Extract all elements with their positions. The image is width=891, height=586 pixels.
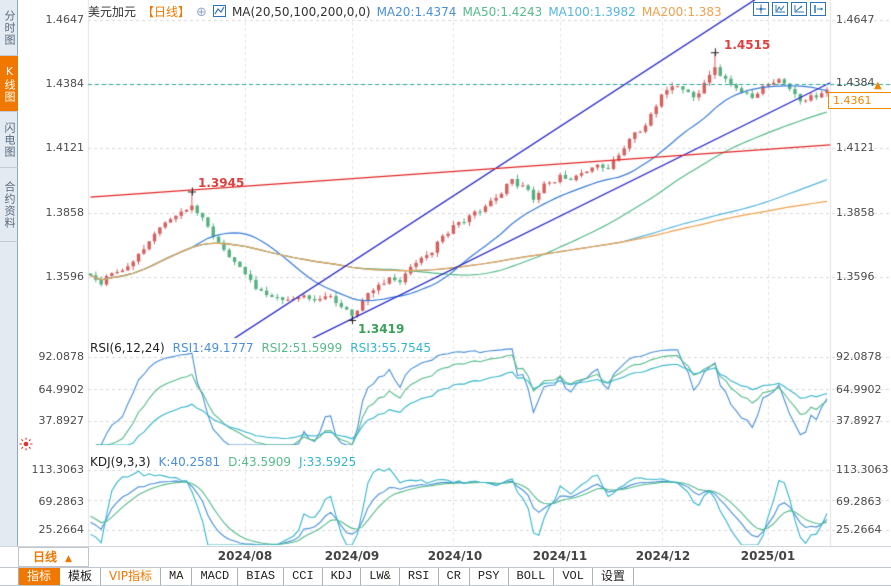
sidebar-item-lightning[interactable]: 闪电图 — [0, 112, 18, 168]
price-tick-right: 1.3596 — [836, 270, 890, 283]
crosshair-icon[interactable] — [753, 2, 769, 16]
tab-psy[interactable]: PSY — [470, 568, 509, 585]
x-axis-row: 日线▲ 2024/08 2024/09 2024/10 2024/11 2024… — [0, 546, 891, 568]
x-axis-label: 2024/08 — [213, 549, 277, 563]
rsi-tick-right: 92.0878 — [836, 350, 890, 363]
chart-style-icon[interactable] — [213, 5, 226, 19]
chart-type-sidebar: 分时图 K线图 闪电图 合约资料 — [0, 0, 18, 546]
kdj-tick-left: 25.2664 — [18, 523, 84, 536]
kdj-tick-right: 113.3063 — [836, 463, 890, 476]
rsi-tick-left: 37.8927 — [18, 414, 84, 427]
price-up-arrow-icon: ▲ — [874, 80, 882, 91]
alert-icon[interactable] — [19, 437, 33, 454]
exit-panel-icon[interactable] — [810, 2, 826, 16]
chevron-up-icon: ▲ — [65, 554, 72, 564]
tab-bias[interactable]: BIAS — [238, 568, 284, 585]
ma100-value: MA100:1.3982 — [548, 5, 636, 19]
symbol-title: 美元加元 — [88, 5, 136, 19]
x-axis-label: 2024/10 — [423, 549, 487, 563]
tab-kdj[interactable]: KDJ — [323, 568, 362, 585]
rsi-tick-right: 64.9902 — [836, 383, 890, 396]
tab-ma[interactable]: MA — [161, 568, 192, 585]
ma50-value: MA50:1.4243 — [462, 5, 542, 19]
x-axis-label: 2025/01 — [736, 549, 800, 563]
kdj-d-value: D:43.5909 — [228, 455, 291, 469]
tab-settings[interactable]: 设置 — [593, 568, 634, 585]
tab-vip-indicator[interactable]: VIP指标 — [101, 568, 161, 585]
x-axis-label: 2024/09 — [320, 549, 384, 563]
swing-high-label: 1.3945 — [198, 176, 244, 190]
rsi-params-label: RSI(6,12,24) — [90, 341, 165, 355]
pan-axis-icon[interactable] — [791, 2, 807, 16]
swing-low-label: 1.3419 — [358, 322, 404, 336]
rsi3-value: RSI3:55.7545 — [350, 341, 431, 355]
kdj-tick-left: 113.3063 — [18, 463, 84, 476]
tab-macd[interactable]: MACD — [192, 568, 238, 585]
rsi-tick-left: 92.0878 — [18, 350, 84, 363]
rsi-header: RSI(6,12,24) RSI1:49.1777 RSI2:51.5999 RSI3… — [90, 341, 439, 355]
kdj-tick-right: 25.2664 — [836, 523, 890, 536]
period-label: 【日线】 — [142, 5, 190, 19]
kdj-tick-left: 69.2863 — [18, 495, 84, 508]
add-indicator-icon[interactable]: ⊕ — [196, 5, 207, 20]
tab-cr[interactable]: CR — [439, 568, 470, 585]
sidebar-item-timeshare[interactable]: 分时图 — [0, 0, 18, 56]
forex-chart-app: 分时图 K线图 闪电图 合约资料 美元加元【日线】 ⊕ MA(20,50,100,2… — [0, 0, 891, 586]
tab-boll[interactable]: BOLL — [509, 568, 555, 585]
kdj-k-value: K:40.2581 — [159, 455, 221, 469]
sidebar-item-kline[interactable]: K线图 — [0, 56, 18, 112]
zoom-axis-icon[interactable] — [772, 2, 788, 16]
price-tick-right: 1.4647 — [836, 13, 890, 26]
rsi1-value: RSI1:49.1777 — [173, 341, 254, 355]
ma20-value: MA20:1.4374 — [377, 5, 457, 19]
sidebar-item-contract-info[interactable]: 合约资料 — [0, 168, 18, 242]
price-tick-left: 1.3858 — [18, 206, 84, 219]
kdj-header: KDJ(9,3,3) K:40.2581 D:43.5909 J:33.5925 — [90, 455, 364, 469]
rsi-tick-right: 37.8927 — [836, 414, 890, 427]
price-tick-right: 1.3858 — [836, 206, 890, 219]
last-price-readout: 1.4361 — [828, 92, 891, 109]
rsi-tick-left: 64.9902 — [18, 383, 84, 396]
chart-toolbar — [753, 2, 826, 16]
price-tick-right: 1.4121 — [836, 141, 890, 154]
kdj-tick-right: 69.2863 — [836, 495, 890, 508]
price-tick-left: 1.3596 — [18, 270, 84, 283]
period-selector[interactable]: 日线▲ — [18, 547, 89, 567]
x-axis-label: 2024/12 — [631, 549, 695, 563]
kdj-j-value: J:33.5925 — [299, 455, 356, 469]
price-tick-left: 1.4384 — [18, 77, 84, 90]
price-tick-left: 1.4121 — [18, 141, 84, 154]
x-axis-label: 2024/11 — [528, 549, 592, 563]
tab-template[interactable]: 模板 — [60, 568, 101, 585]
indicator-tab-bar: 指标 模板 VIP指标 MA MACD BIAS CCI KDJ LW& RSI… — [0, 567, 891, 586]
rsi2-value: RSI2:51.5999 — [261, 341, 342, 355]
ma-settings-label: MA(20,50,100,200,0,0) — [232, 5, 371, 19]
tab-lwr[interactable]: LW& — [361, 568, 400, 585]
tab-vol[interactable]: VOL — [554, 568, 593, 585]
ma200-value: MA200:1.383 — [642, 5, 722, 19]
kdj-params-label: KDJ(9,3,3) — [90, 455, 151, 469]
tab-cci[interactable]: CCI — [284, 568, 323, 585]
chart-header: 美元加元【日线】 ⊕ MA(20,50,100,200,0,0) MA20:1.437… — [88, 3, 728, 20]
tab-rsi[interactable]: RSI — [400, 568, 439, 585]
tab-indicator[interactable]: 指标 — [18, 568, 60, 585]
price-tick-left: 1.4647 — [18, 13, 84, 26]
swing-high-label: 1.4515 — [724, 38, 770, 52]
